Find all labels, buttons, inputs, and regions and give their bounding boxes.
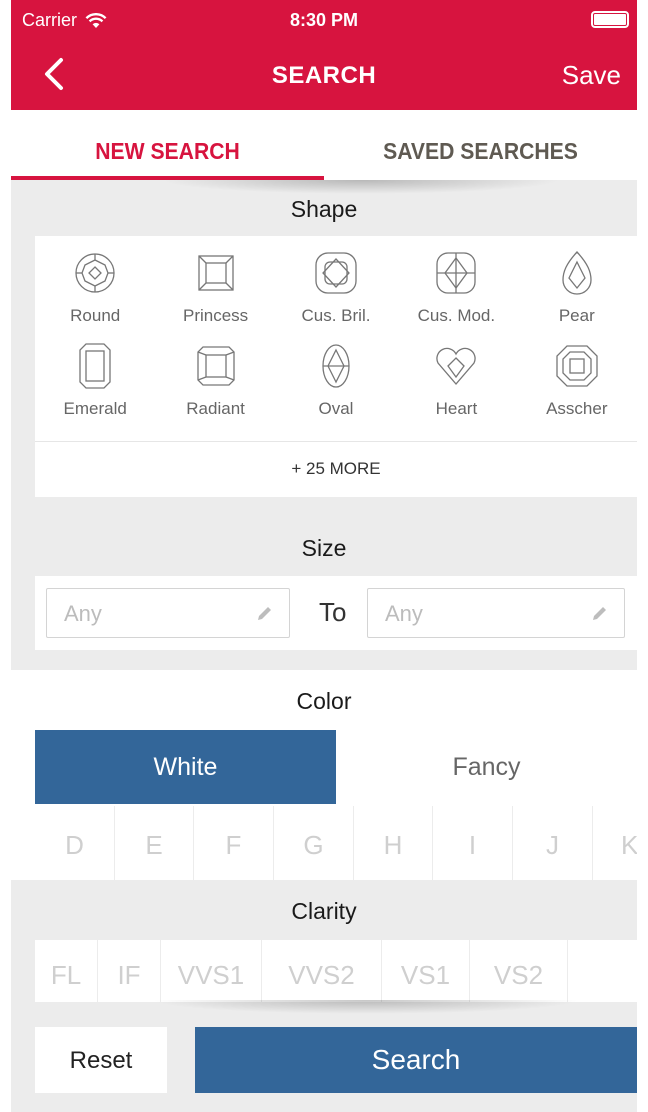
heart-diamond-icon <box>436 347 477 385</box>
shape-label: Emerald <box>63 399 127 418</box>
color-grade-f[interactable]: F <box>194 806 274 880</box>
shape-grid: Round Princess Cus. Bril. Cus. Mod. Pear… <box>35 236 637 434</box>
asscher-diamond-icon <box>556 345 598 387</box>
color-grade-j[interactable]: J <box>513 806 593 880</box>
size-to-input[interactable]: Any <box>367 588 625 638</box>
reset-button[interactable]: Reset <box>35 1027 167 1093</box>
clarity-grade-vvs1[interactable]: VVS1 <box>161 940 262 1002</box>
shape-option-heart[interactable]: Heart <box>396 341 516 434</box>
color-grade-g[interactable]: G <box>274 806 354 880</box>
shape-option-cushion-brilliant[interactable]: Cus. Bril. <box>276 248 396 341</box>
shape-label: Radiant <box>186 399 245 418</box>
shape-label: Asscher <box>546 399 608 418</box>
status-time: 8:30 PM <box>289 10 359 30</box>
radiant-diamond-icon <box>196 346 235 386</box>
size-section-title: Size <box>301 535 347 561</box>
shape-label: Heart <box>435 399 478 418</box>
color-grade-k[interactable]: K <box>593 806 637 880</box>
bottom-shadow <box>151 1000 581 1014</box>
pencil-icon <box>258 607 271 620</box>
size-from-placeholder: Any <box>64 601 102 626</box>
size-to-placeholder: Any <box>385 601 423 626</box>
fancy-color-button[interactable]: Fancy <box>336 730 637 804</box>
white-color-button[interactable]: White <box>35 730 336 804</box>
clarity-grade-list: FL IF VVS1 VVS2 VS1 VS2 <box>35 940 637 1002</box>
pear-diamond-icon <box>562 251 592 295</box>
color-section-title: Color <box>296 688 352 714</box>
clarity-grade-vs2[interactable]: VS2 <box>470 940 568 1002</box>
shape-option-princess[interactable]: Princess <box>155 248 275 341</box>
clarity-grade-fl[interactable]: FL <box>35 940 98 1002</box>
color-grade-e[interactable]: E <box>115 806 194 880</box>
shape-option-pear[interactable]: Pear <box>517 248 637 341</box>
shape-option-emerald[interactable]: Emerald <box>35 341 155 434</box>
oval-diamond-icon <box>322 344 350 388</box>
clarity-grade-vvs2[interactable]: VVS2 <box>262 940 382 1002</box>
pencil-icon <box>593 607 606 620</box>
shape-option-oval[interactable]: Oval <box>276 341 396 434</box>
shape-label: Oval <box>318 399 354 418</box>
clarity-section-title: Clarity <box>291 898 357 924</box>
color-type-toggle: White Fancy <box>35 730 637 804</box>
battery-icon <box>591 11 629 28</box>
princess-diamond-icon <box>197 255 234 291</box>
shape-label: Cus. Bril. <box>301 306 371 325</box>
color-grade-h[interactable]: H <box>354 806 433 880</box>
shape-option-radiant[interactable]: Radiant <box>155 341 275 434</box>
more-shapes-button[interactable]: + 25 MORE <box>35 441 637 497</box>
emerald-diamond-icon <box>79 343 111 389</box>
shape-section-title: Shape <box>290 196 358 222</box>
shape-label: Princess <box>183 306 249 325</box>
shape-option-cushion-modified[interactable]: Cus. Mod. <box>396 248 516 341</box>
action-button-row: Reset Search <box>35 1027 637 1093</box>
color-grade-i[interactable]: I <box>433 806 513 880</box>
clarity-grade-vs1[interactable]: VS1 <box>382 940 470 1002</box>
save-button[interactable]: Save <box>562 60 621 91</box>
shape-label: Round <box>70 306 121 325</box>
search-tabs: NEW SEARCH SAVED SEARCHES <box>11 110 637 180</box>
status-bar: Carrier 8:30 PM <box>11 0 637 38</box>
round-diamond-icon <box>75 253 115 293</box>
cushion-brilliant-diamond-icon <box>315 252 357 294</box>
shape-option-asscher[interactable]: Asscher <box>517 341 637 434</box>
shape-option-round[interactable]: Round <box>35 248 155 341</box>
search-button[interactable]: Search <box>195 1027 637 1093</box>
tab-shadow <box>161 180 561 194</box>
shape-label: Pear <box>558 306 595 325</box>
page-title: SEARCH <box>271 62 377 89</box>
shape-label: Cus. Mod. <box>417 306 496 325</box>
tab-new-search[interactable]: NEW SEARCH <box>24 110 312 180</box>
size-panel: Any To Any <box>35 576 637 650</box>
shape-panel: Round Princess Cus. Bril. Cus. Mod. Pear… <box>35 236 637 497</box>
color-grade-list: D E F G H I J K <box>35 806 637 880</box>
app-screen: Carrier 8:30 PM SEARCH Save NEW SEARCH S… <box>11 0 637 1112</box>
size-from-input[interactable]: Any <box>46 588 290 638</box>
color-grade-d[interactable]: D <box>35 806 115 880</box>
size-to-label: To <box>319 597 347 627</box>
cushion-modified-diamond-icon <box>436 252 477 294</box>
tab-saved-searches[interactable]: SAVED SEARCHES <box>337 110 625 180</box>
clarity-grade-if[interactable]: IF <box>98 940 161 1002</box>
navigation-bar: SEARCH Save <box>11 38 637 110</box>
